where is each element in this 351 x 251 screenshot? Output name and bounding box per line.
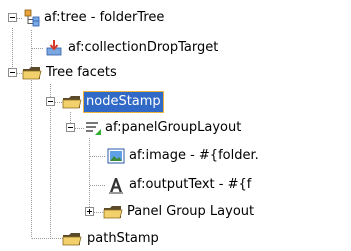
drop-target-icon: [44, 38, 64, 58]
collapse-toggle-icon[interactable]: [66, 123, 75, 132]
expand-toggle-icon[interactable]: [85, 207, 94, 216]
folder-icon: [22, 63, 42, 83]
tree-node-panel-group-layout-facet[interactable]: Panel Group Layout: [0, 200, 351, 224]
tree-node-label: af:collectionDropTarget: [68, 40, 219, 55]
folder-icon: [103, 202, 123, 222]
panel-group-layout-icon: [83, 118, 103, 138]
tree-node-output-text[interactable]: af:outputText - #{f: [0, 173, 351, 197]
tree-node-collection-drop-target[interactable]: af:collectionDropTarget: [0, 36, 351, 60]
tree-node-label: pathStamp: [87, 231, 159, 246]
tree-node-label: af:outputText - #{f: [129, 177, 252, 192]
tree-node-label: af:panelGroupLayout: [105, 120, 242, 135]
tree-node-root[interactable]: af:tree - folderTree: [0, 6, 351, 30]
tree-node-image[interactable]: af:image - #{folder.: [0, 144, 351, 168]
image-icon: [106, 146, 126, 166]
collapse-toggle-icon[interactable]: [8, 13, 17, 22]
tree-node-panel-group-layout[interactable]: af:panelGroupLayout: [0, 116, 351, 140]
structure-tree: af:tree - folderTree af:collectionDropTa…: [0, 0, 351, 250]
tree-node-label-selected: nodeStamp: [83, 91, 164, 113]
tree-node-tree-facets[interactable]: Tree facets: [0, 61, 351, 85]
tree-component-icon: [22, 8, 42, 28]
output-text-icon: [106, 175, 126, 195]
tree-node-path-stamp[interactable]: pathStamp: [0, 227, 351, 251]
tree-node-node-stamp[interactable]: nodeStamp: [0, 90, 351, 114]
folder-icon: [62, 92, 82, 112]
tree-node-label: af:tree - folderTree: [44, 10, 165, 25]
collapse-toggle-icon[interactable]: [8, 68, 17, 77]
tree-node-label: Tree facets: [46, 65, 117, 80]
folder-icon: [62, 229, 82, 249]
collapse-toggle-icon[interactable]: [46, 97, 55, 106]
tree-node-label: Panel Group Layout: [127, 204, 255, 219]
tree-node-label: af:image - #{folder.: [129, 148, 259, 163]
